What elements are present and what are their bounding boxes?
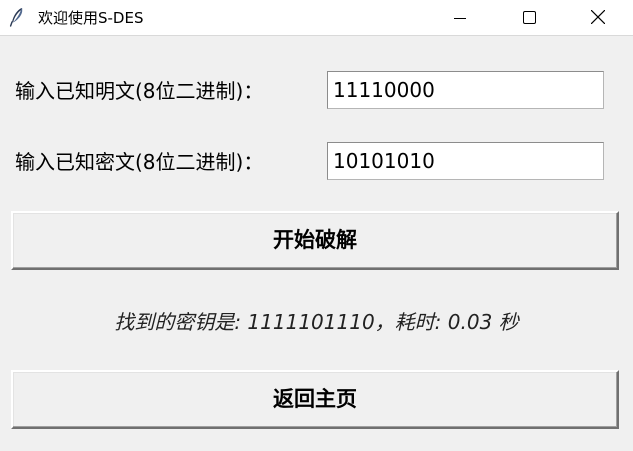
return-home-button[interactable]: 返回主页	[11, 370, 619, 429]
maximize-icon	[522, 9, 536, 28]
window-titlebar[interactable]: 欢迎使用S-DES	[0, 0, 633, 36]
ciphertext-input[interactable]	[327, 142, 604, 180]
crack-result-text: 找到的密钥是: 1111101110，耗时: 0.03 秒	[114, 310, 519, 334]
close-button[interactable]	[563, 0, 633, 36]
plaintext-input[interactable]	[327, 71, 604, 109]
ciphertext-label: 输入已知密文(8位二进制)：	[15, 150, 264, 174]
close-icon	[590, 9, 606, 28]
window-title: 欢迎使用S-DES	[38, 9, 144, 27]
minimize-icon	[454, 9, 466, 28]
maximize-button[interactable]	[494, 0, 564, 36]
plaintext-label: 输入已知明文(8位二进制)：	[15, 79, 264, 103]
feather-icon	[9, 7, 25, 27]
start-crack-button[interactable]: 开始破解	[11, 211, 619, 270]
minimize-button[interactable]	[425, 0, 495, 36]
